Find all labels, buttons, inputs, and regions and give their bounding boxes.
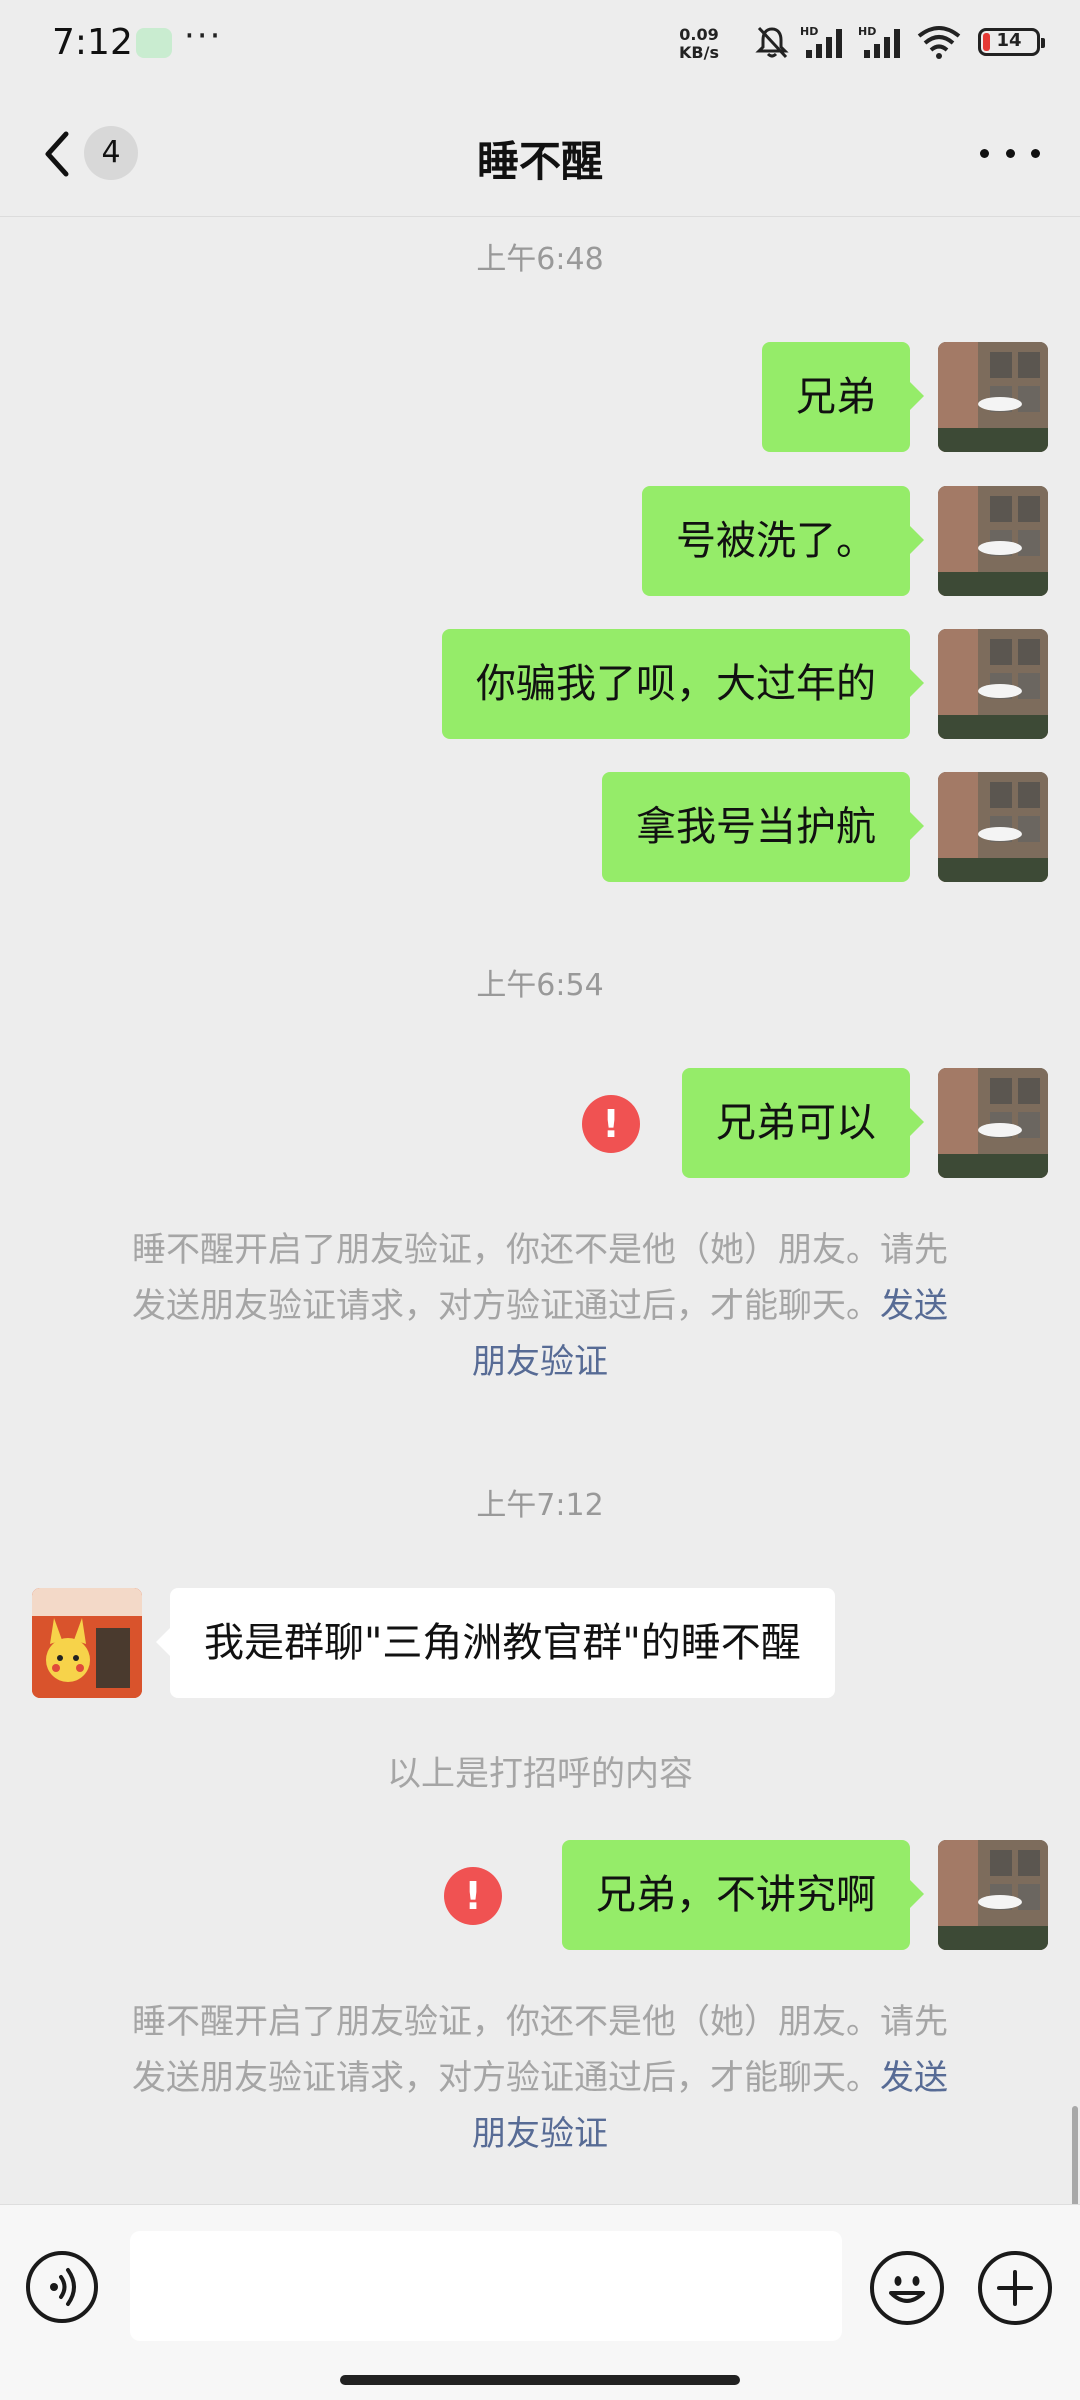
notice-text: 发送朋友验证请求，对方验证通过后，才能聊天。 [132,2058,880,2098]
message-bubble-sent[interactable]: 兄弟 [762,342,924,452]
my-avatar[interactable] [938,772,1048,882]
my-avatar[interactable] [938,1068,1048,1178]
more-dots-icon [980,148,989,158]
status-bar: 7:12 ··· 0.09 KB/s HD HD 14 [0,0,1080,92]
more-functions-button[interactable] [978,2251,1052,2325]
contact-avatar[interactable] [32,1588,142,1698]
timestamp: 上午6:48 [476,242,604,277]
friend-verification-notice: 睡不醒开启了朋友验证，你还不是他（她）朋友。请先 发送朋友验证请求，对方验证通过… [92,1222,988,1390]
status-icons: HD HD 14 [754,24,1045,60]
battery-percent: 14 [996,30,1022,51]
voice-button[interactable] [26,2251,98,2323]
message-row-sent: 号被洗了。 [0,486,1080,596]
plus-icon [997,2270,1033,2306]
message-row-received: 我是群聊"三角洲教官群"的睡不醒 [0,1588,1080,1698]
more-dots-icon [1005,148,1015,158]
message-bubble-sent[interactable]: 你骗我了呗，大过年的 [442,629,924,739]
emoji-button[interactable] [870,2251,944,2325]
message-row-sent: 你骗我了呗，大过年的 [0,629,1080,739]
signal-hd-icon: HD [800,25,842,58]
signal-hd-icon: HD [858,25,900,58]
my-avatar[interactable] [938,486,1048,596]
wifi-icon [917,26,961,59]
notice-text: 发送朋友验证请求，对方验证通过后，才能聊天。 [132,1286,880,1326]
svg-text:HD: HD [858,25,876,38]
send-verification-link[interactable]: 发送 [880,1286,948,1326]
voice-icon [50,2268,76,2306]
my-avatar[interactable] [938,629,1048,739]
send-failed-icon[interactable]: ! [582,1095,640,1153]
message-row-sent: ! 兄弟可以 [0,1068,1080,1178]
network-speed: 0.09 KB/s [672,26,726,62]
more-options-button[interactable] [980,138,1040,168]
notice-line: 发送朋友验证请求，对方验证通过后，才能聊天。发送 [92,2050,988,2106]
battery-icon: 14 [978,28,1045,56]
message-bubble-received[interactable]: 我是群聊"三角洲教官群"的睡不醒 [156,1588,835,1698]
message-bubble-sent[interactable]: 兄弟，不讲究啊 [562,1840,924,1950]
message-bubble-sent[interactable]: 拿我号当护航 [602,772,924,882]
mute-bell-icon [755,26,789,59]
chat-screen: 7:12 ··· 0.09 KB/s HD HD 14 4 睡不醒 上午6:48… [0,0,1080,2400]
send-verification-link[interactable]: 发送 [880,2058,948,2098]
message-list[interactable]: 上午6:48 兄弟 号被洗了。 你骗我了呗，大过年的 拿我号当护航 上午6:54… [0,216,1080,2204]
status-time: 7:12 [52,22,133,63]
message-row-sent: ! 兄弟，不讲究啊 [0,1840,1080,1950]
home-indicator[interactable] [340,2375,740,2385]
message-row-sent: 兄弟 [0,342,1080,452]
send-verification-link[interactable]: 朋友验证 [472,1342,608,1382]
more-dots-icon [1031,148,1040,158]
title-bar: 4 睡不醒 [0,92,1080,217]
notice-line: 朋友验证 [92,1334,988,1390]
friend-verification-notice: 睡不醒开启了朋友验证，你还不是他（她）朋友。请先 发送朋友验证请求，对方验证通过… [92,1994,988,2162]
send-verification-link[interactable]: 朋友验证 [472,2114,608,2154]
my-avatar[interactable] [938,1840,1048,1950]
network-speed-unit: KB/s [679,43,719,62]
network-speed-value: 0.09 [679,25,719,44]
message-row-sent: 拿我号当护航 [0,772,1080,882]
message-bubble-sent[interactable]: 兄弟可以 [682,1068,924,1178]
emoji-icon [889,2276,925,2303]
send-failed-icon[interactable]: ! [444,1867,502,1925]
notice-line: 睡不醒开启了朋友验证，你还不是他（她）朋友。请先 [132,1230,948,1270]
notice-line: 朋友验证 [92,2106,988,2162]
scrollbar[interactable] [1072,2106,1078,2204]
greeting-note: 以上是打招呼的内容 [387,1754,693,1794]
chat-title: 睡不醒 [476,137,603,186]
status-more-dots: ··· [184,16,223,56]
notice-line: 发送朋友验证请求，对方验证通过后，才能聊天。发送 [92,1278,988,1334]
wechat-notify-icon [136,28,172,58]
message-bubble-sent[interactable]: 号被洗了。 [642,486,924,596]
svg-text:HD: HD [800,25,818,38]
notice-line: 睡不醒开启了朋友验证，你还不是他（她）朋友。请先 [132,2002,948,2042]
timestamp: 上午6:54 [476,968,604,1003]
message-input[interactable] [130,2231,842,2341]
my-avatar[interactable] [938,342,1048,452]
input-bar [0,2204,1080,2400]
timestamp: 上午7:12 [476,1488,604,1523]
